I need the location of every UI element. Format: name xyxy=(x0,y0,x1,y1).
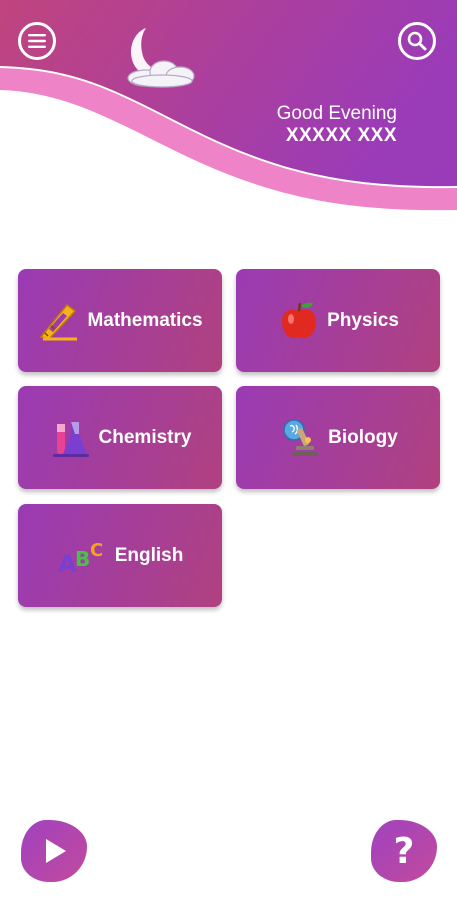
microscope-icon xyxy=(283,418,319,456)
subject-card-biology[interactable]: Biology xyxy=(236,386,440,489)
ruler-triangle-icon xyxy=(40,303,78,340)
abc-letters-icon: A B C xyxy=(58,540,103,578)
moon-cloud-icon xyxy=(112,24,204,90)
subject-card-physics[interactable]: Physics xyxy=(236,269,440,372)
play-button[interactable] xyxy=(21,820,87,882)
subject-label: Mathematics xyxy=(87,309,203,331)
header: Good Evening XXXXX XXX xyxy=(0,0,457,215)
subject-card-mathematics[interactable]: Mathematics xyxy=(18,269,222,372)
play-icon xyxy=(46,839,66,863)
menu-icon xyxy=(28,34,46,48)
user-name: XXXXX XXX xyxy=(285,125,397,146)
menu-button[interactable] xyxy=(18,22,56,60)
svg-text:C: C xyxy=(90,540,103,561)
subject-label: Physics xyxy=(327,309,399,331)
flask-icon xyxy=(52,421,89,457)
apple-icon xyxy=(282,302,317,338)
greeting-text: Good Evening xyxy=(276,103,397,124)
subject-card-english[interactable]: A B C English xyxy=(18,504,222,607)
subject-label: Biology xyxy=(328,426,398,448)
search-button[interactable] xyxy=(398,22,436,60)
subject-label: English xyxy=(114,544,184,566)
svg-text:B: B xyxy=(75,547,90,571)
question-mark-icon: ? xyxy=(393,830,415,872)
subject-card-chemistry[interactable]: Chemistry xyxy=(18,386,222,489)
help-button[interactable]: ? xyxy=(371,820,437,882)
greeting-block: Good Evening XXXXX XXX xyxy=(277,103,397,147)
search-icon xyxy=(407,31,427,51)
subject-label: Chemistry xyxy=(98,426,192,448)
